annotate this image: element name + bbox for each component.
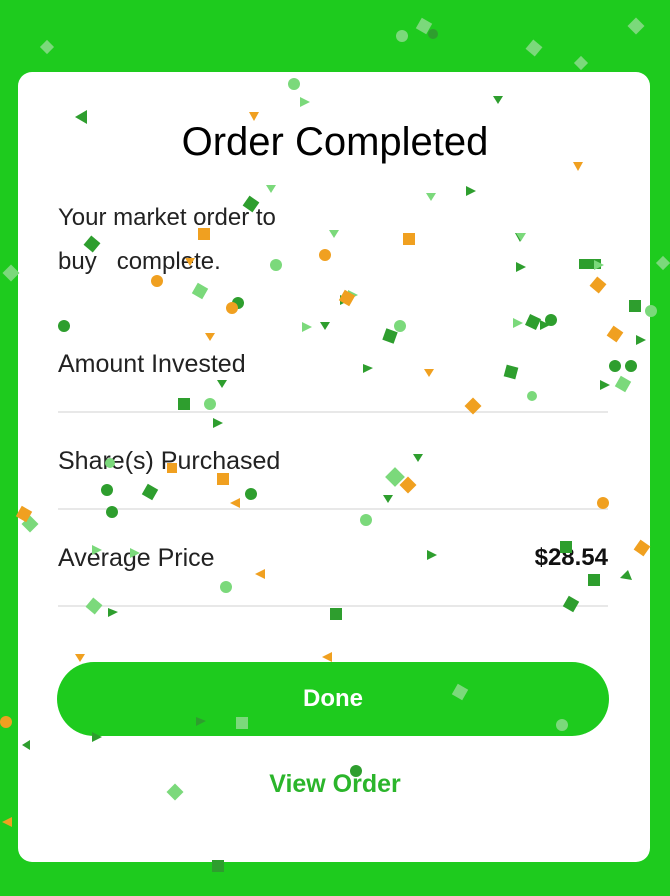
summary-row-average-price: Average Price $28.54	[58, 510, 608, 607]
summary-label: Amount Invested	[58, 350, 246, 378]
summary-label: Share(s) Purchased	[58, 447, 281, 475]
summary-value: $28.54	[534, 544, 608, 571]
summary-label: Average Price	[58, 544, 215, 572]
view-order-link[interactable]: View Order	[0, 770, 670, 799]
modal-title: Order Completed	[181, 120, 489, 164]
done-button[interactable]: Done	[57, 662, 609, 736]
order-message: Your market order to buy complete.	[58, 204, 276, 275]
summary-row-amount-invested: Amount Invested	[58, 316, 608, 413]
summary-row-shares-purchased: Share(s) Purchased	[58, 413, 608, 510]
